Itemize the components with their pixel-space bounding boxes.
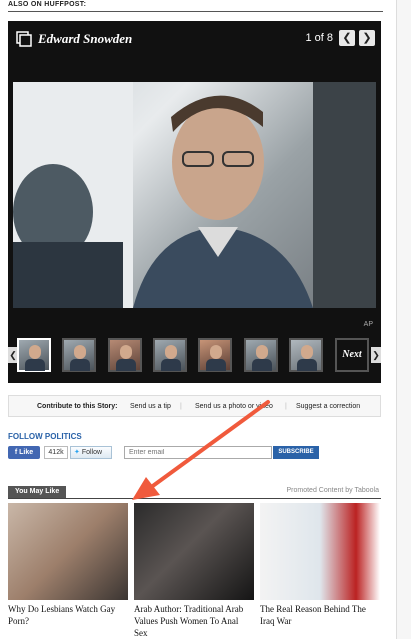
promoted-card[interactable]: Arab Author: Traditional Arab Values Pus… xyxy=(134,503,254,639)
thumbnail[interactable] xyxy=(108,338,142,372)
section-label: ALSO ON HUFFPOST: xyxy=(8,0,383,12)
thumbnail[interactable] xyxy=(62,338,96,372)
divider: | xyxy=(180,403,182,410)
photo-credit: AP xyxy=(363,321,373,328)
promoted-card[interactable]: Why Do Lesbians Watch Gay Porn? xyxy=(8,503,128,627)
slideshow-title: Edward Snowden xyxy=(38,31,133,46)
thumbnail[interactable] xyxy=(153,338,187,372)
promoted-card[interactable]: The Real Reason Behind The Iraq War xyxy=(260,503,380,627)
promoted-card-image[interactable] xyxy=(260,503,380,600)
facebook-like-count: 412k xyxy=(44,446,68,459)
twitter-follow-label: Follow xyxy=(81,449,103,456)
page: ALSO ON HUFFPOST: Edward Snowden 1 of 8 … xyxy=(0,0,411,639)
facebook-like-label: Like xyxy=(19,449,34,456)
thumbnail[interactable] xyxy=(244,338,278,372)
thumbnail[interactable] xyxy=(289,338,323,372)
contribute-label: Contribute to this Story: xyxy=(37,403,118,410)
you-may-like-tab: You May Like xyxy=(8,486,67,498)
promoted-label[interactable]: Promoted Content by Taboola xyxy=(287,487,380,494)
thumbnail[interactable] xyxy=(17,338,51,372)
promoted-card-caption[interactable]: Why Do Lesbians Watch Gay Porn? xyxy=(8,603,128,627)
facebook-icon: f xyxy=(14,449,18,456)
facebook-like-button[interactable]: f Like xyxy=(8,446,40,459)
send-photo-link[interactable]: Send us a photo or video xyxy=(195,403,273,410)
scrollbar-gutter[interactable] xyxy=(396,0,411,639)
you-may-like-header: You May Like Promoted Content by Taboola xyxy=(8,486,381,499)
next-thumbnails-button[interactable]: Next xyxy=(335,338,369,372)
thumbnail[interactable] xyxy=(198,338,232,372)
twitter-bird-icon: ✦ xyxy=(74,449,80,456)
gallery-icon xyxy=(16,31,32,47)
promoted-card-caption[interactable]: The Real Reason Behind The Iraq War xyxy=(260,603,380,627)
suggest-correction-link[interactable]: Suggest a correction xyxy=(296,403,360,410)
strip-next-button[interactable]: ❯ xyxy=(371,347,381,363)
contribute-bar: Contribute to this Story: Send us a tip … xyxy=(8,395,381,417)
slide-counter: 1 of 8 xyxy=(305,32,333,44)
subscribe-button[interactable]: SUBSCRIBE xyxy=(273,446,319,459)
email-field[interactable] xyxy=(124,446,272,459)
prev-slide-button[interactable]: ❮ xyxy=(339,30,355,46)
send-tip-link[interactable]: Send us a tip xyxy=(130,403,171,410)
twitter-follow-button[interactable]: ✦ Follow xyxy=(70,446,112,459)
promoted-card-image[interactable] xyxy=(134,503,254,600)
slideshow: Edward Snowden 1 of 8 ❮ ❯ AP ❮ Next ❯ xyxy=(8,21,381,383)
follow-title: FOLLOW POLITICS xyxy=(8,432,82,441)
promoted-card-image[interactable] xyxy=(8,503,128,600)
promoted-card-caption[interactable]: Arab Author: Traditional Arab Values Pus… xyxy=(134,603,254,639)
main-slide-photo[interactable] xyxy=(13,82,376,308)
portrait-illustration xyxy=(13,82,376,308)
next-slide-button[interactable]: ❯ xyxy=(359,30,375,46)
divider: | xyxy=(285,403,287,410)
thumbnail-strip: ❮ Next ❯ xyxy=(8,335,381,379)
